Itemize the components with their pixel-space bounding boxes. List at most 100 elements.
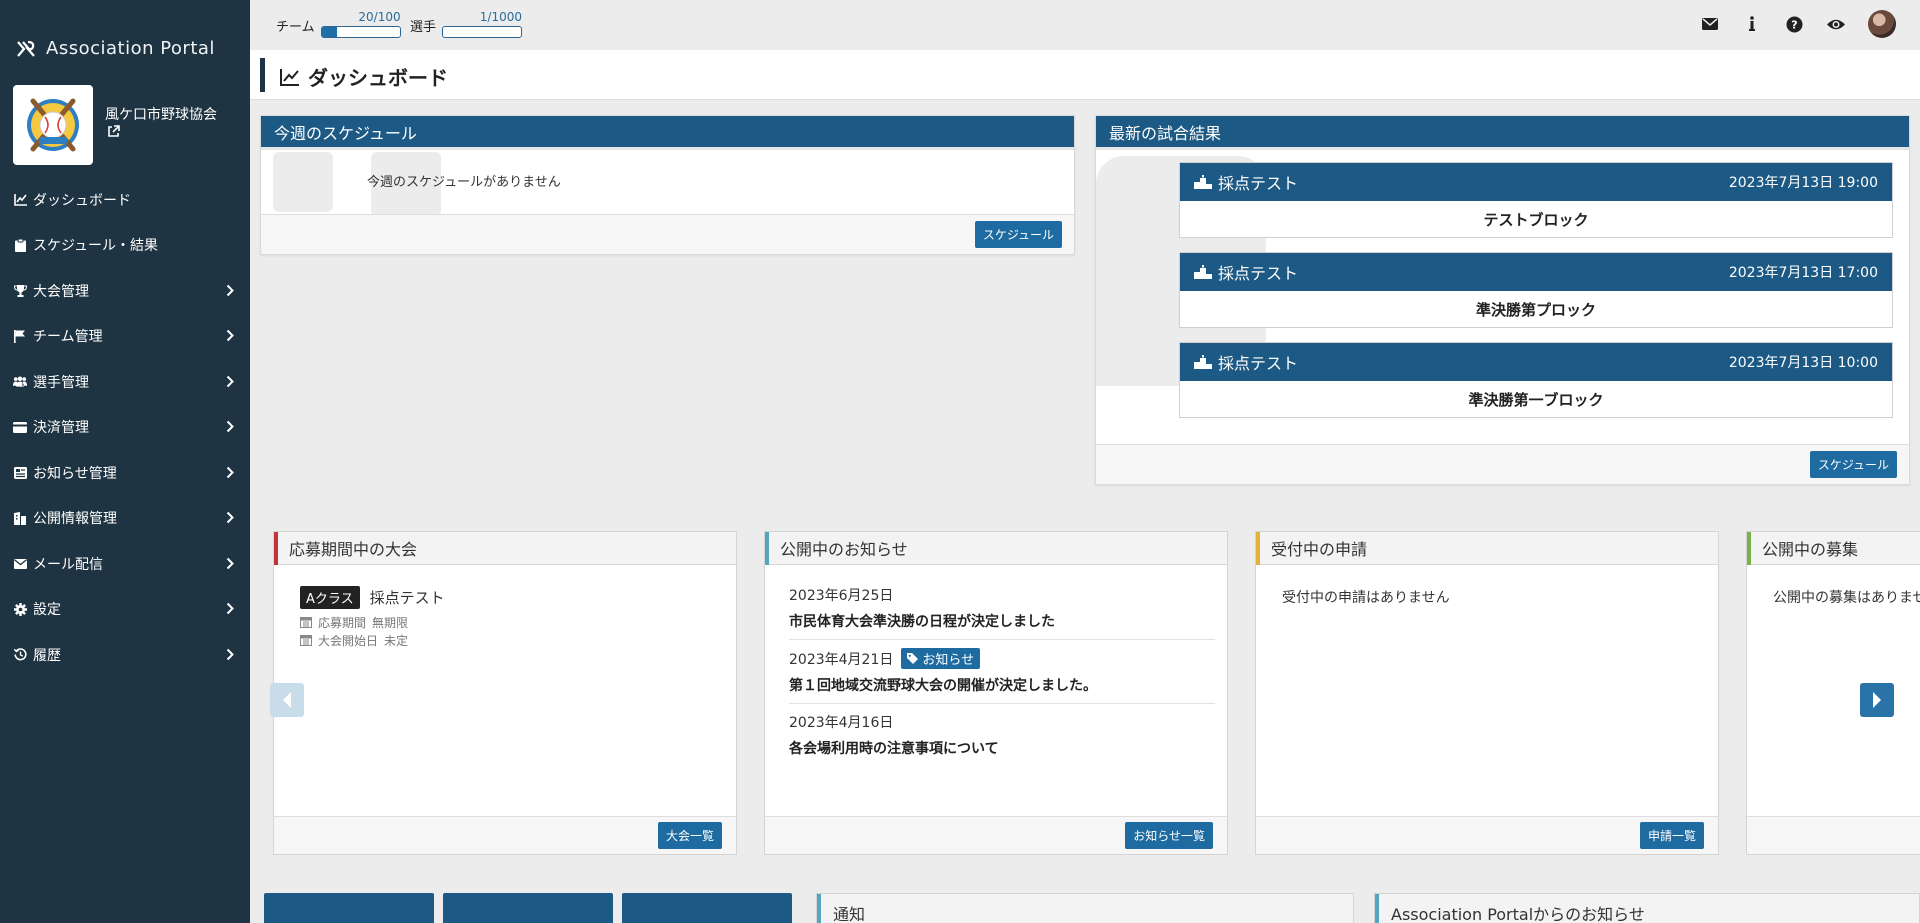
match-name: 採点テスト [1218, 264, 1299, 283]
sidebar-item-users[interactable]: 選手管理 [0, 359, 250, 405]
user-avatar[interactable] [1868, 10, 1896, 38]
match-result-card[interactable]: 採点テスト 2023年7月13日 10:00 準決勝第一ブロック [1179, 342, 1893, 418]
news-item[interactable]: 2023年4月16日 各会場利用時の注意事項について [789, 704, 1215, 766]
news-card-footer: お知らせ一覧 [765, 816, 1227, 854]
results-panel: 最新の試合結果 採点テスト 2023年7月13日 19:00 テストブロック 採点テス… [1095, 115, 1910, 485]
news-card-accent [765, 532, 769, 565]
sidebar-item-label: ダッシュボード [33, 192, 131, 209]
recruit-card-header: 公開中の募集 [1747, 532, 1920, 565]
newspaper-icon [13, 466, 27, 480]
chevron-right-icon [226, 648, 236, 662]
schedule-button[interactable]: スケジュール [974, 221, 1062, 248]
chevron-right-icon [226, 466, 236, 480]
chevron-right-icon [226, 329, 236, 343]
news-card-header: 公開中のお知らせ [765, 532, 1227, 565]
eye-icon[interactable] [1826, 14, 1846, 34]
match-block: 準決勝第プロック [1475, 300, 1596, 319]
sidebar-item-chart-line[interactable]: ダッシュボード [0, 177, 250, 223]
sidebar-item-building[interactable]: 公開情報管理 [0, 496, 250, 542]
chevron-right-icon [226, 557, 236, 571]
match-date: 2023年7月13日 17:00 [1728, 265, 1878, 281]
sidebar-item-trophy[interactable]: 大会管理 [0, 268, 250, 314]
envelope-icon[interactable] [1700, 14, 1720, 34]
brand[interactable]: Association Portal [16, 38, 215, 59]
sidebar-nav: ダッシュボードスケジュール・結果 大会管理 チーム管理 選手管理決済管理お知らせ管理公… [0, 177, 250, 678]
credit-card-icon [13, 420, 27, 434]
quick-link-tile[interactable] [264, 893, 434, 923]
sidebar-item-label: お知らせ管理 [33, 465, 117, 482]
quick-link-tile[interactable] [443, 893, 613, 923]
recruit-card-footer [1747, 816, 1920, 854]
tournament-card-title: 応募期間中の大会 [289, 540, 418, 559]
calendar-icon [300, 617, 312, 628]
calendar-icon [300, 635, 312, 646]
match-name: 採点テスト [1218, 354, 1299, 373]
news-title[interactable]: 各会場利用時の注意事項について [789, 738, 1215, 758]
gear-icon [13, 602, 27, 616]
tag-icon [907, 653, 919, 664]
news-title[interactable]: 第１回地域交流野球大会の開催が決定しました。 [789, 675, 1215, 695]
news-list-button[interactable]: お知らせ一覧 [1125, 822, 1213, 849]
news-card: 公開中のお知らせ 2023年6月25日 市民体育大会準決勝の日程が決定しました 20… [764, 531, 1228, 855]
news-item[interactable]: 2023年6月25日市民体育大会準決勝の日程が決定しました [789, 577, 1215, 640]
schedule-empty-text: 今週のスケジュールがありません [367, 175, 561, 190]
quick-link-tile[interactable] [622, 893, 792, 923]
sidebar-item-history[interactable]: 履歴 [0, 632, 250, 678]
org-info: 風ケ口市野球協会 [13, 85, 235, 165]
match-result-card[interactable]: 採点テスト 2023年7月13日 17:00 準決勝第プロック [1179, 252, 1893, 328]
tournament-name[interactable]: 採点テスト [370, 587, 445, 608]
page-header-accent [260, 58, 265, 92]
sidebar-item-label: 決済管理 [33, 420, 89, 437]
carousel-next-button[interactable] [1860, 683, 1894, 717]
applications-card-header: 受付中の申請 [1256, 532, 1718, 565]
chevron-right-icon [226, 284, 236, 298]
match-block: 準決勝第一ブロック [1468, 390, 1604, 409]
team-progress-bar [320, 26, 401, 38]
caret-left-icon [283, 692, 291, 708]
schedule-panel-title: 今週のスケジュール [261, 116, 1074, 150]
org-name[interactable]: 風ケ口市野球協会 [105, 105, 235, 145]
sidebar-item-flag[interactable]: チーム管理 [0, 314, 250, 360]
help-icon[interactable]: ? [1784, 14, 1804, 34]
sidebar-item-envelope[interactable]: メール配信 [0, 541, 250, 587]
sidebar-item-newspaper[interactable]: お知らせ管理 [0, 450, 250, 496]
sidebar-item-credit-card[interactable]: 決済管理 [0, 405, 250, 451]
portal-news-card-accent [1375, 894, 1379, 923]
results-schedule-button[interactable]: スケジュール [1809, 451, 1897, 478]
caret-right-icon [1873, 692, 1881, 708]
match-result-card[interactable]: 採点テスト 2023年7月13日 19:00 テストブロック [1179, 162, 1893, 238]
tournament-item[interactable]: Aクラス 採点テスト 応募期間 無期限 大会開始日 未定 [300, 586, 445, 649]
podium-icon [1194, 355, 1212, 369]
external-link-icon[interactable] [107, 125, 120, 138]
news-title[interactable]: 市民体育大会準決勝の日程が決定しました [789, 611, 1215, 631]
applications-card: 受付中の申請 受付中の申請はありません 申請一覧 [1255, 531, 1719, 855]
match-date: 2023年7月13日 10:00 [1728, 355, 1878, 371]
building-icon [13, 511, 27, 525]
news-tag: お知らせ [901, 648, 981, 669]
envelope-icon [13, 557, 27, 571]
tournament-card-accent [274, 532, 278, 565]
recruit-card-title: 公開中の募集 [1762, 540, 1859, 559]
class-tag: Aクラス [300, 586, 360, 609]
sidebar-item-gear[interactable]: 設定 [0, 587, 250, 633]
sidebar-item-clipboard[interactable]: スケジュール・結果 [0, 223, 250, 269]
news-date: 2023年4月21日 [789, 651, 894, 668]
match-result-header: 採点テスト 2023年7月13日 10:00 [1180, 343, 1892, 381]
carousel-prev-button[interactable] [270, 683, 304, 717]
sidebar: Association Portal 風ケ口市野球協会 ダッシュボードスケジュー… [0, 0, 250, 923]
podium-icon [1194, 175, 1212, 189]
news-item[interactable]: 2023年4月21日 お知らせ 第１回地域交流野球大会の開催が決定しました。 [789, 640, 1215, 704]
org-logo [13, 85, 93, 165]
results-panel-footer: スケジュール [1096, 444, 1909, 484]
tournament-list-button[interactable]: 大会一覧 [657, 822, 722, 849]
trophy-icon [13, 284, 27, 298]
news-date: 2023年6月25日 [789, 588, 894, 604]
applications-list-button[interactable]: 申請一覧 [1639, 822, 1704, 849]
match-date: 2023年7月13日 19:00 [1728, 175, 1878, 191]
chevron-right-icon [226, 511, 236, 525]
info-icon[interactable] [1742, 14, 1762, 34]
team-counter-value: 20/100 [358, 10, 401, 24]
news-date-row: 2023年4月21日 お知らせ [789, 648, 1215, 669]
applications-empty-text: 受付中の申請はありません [1282, 590, 1450, 606]
top-bar: チーム 20/100 選手 1/1000 ? [250, 0, 1920, 50]
